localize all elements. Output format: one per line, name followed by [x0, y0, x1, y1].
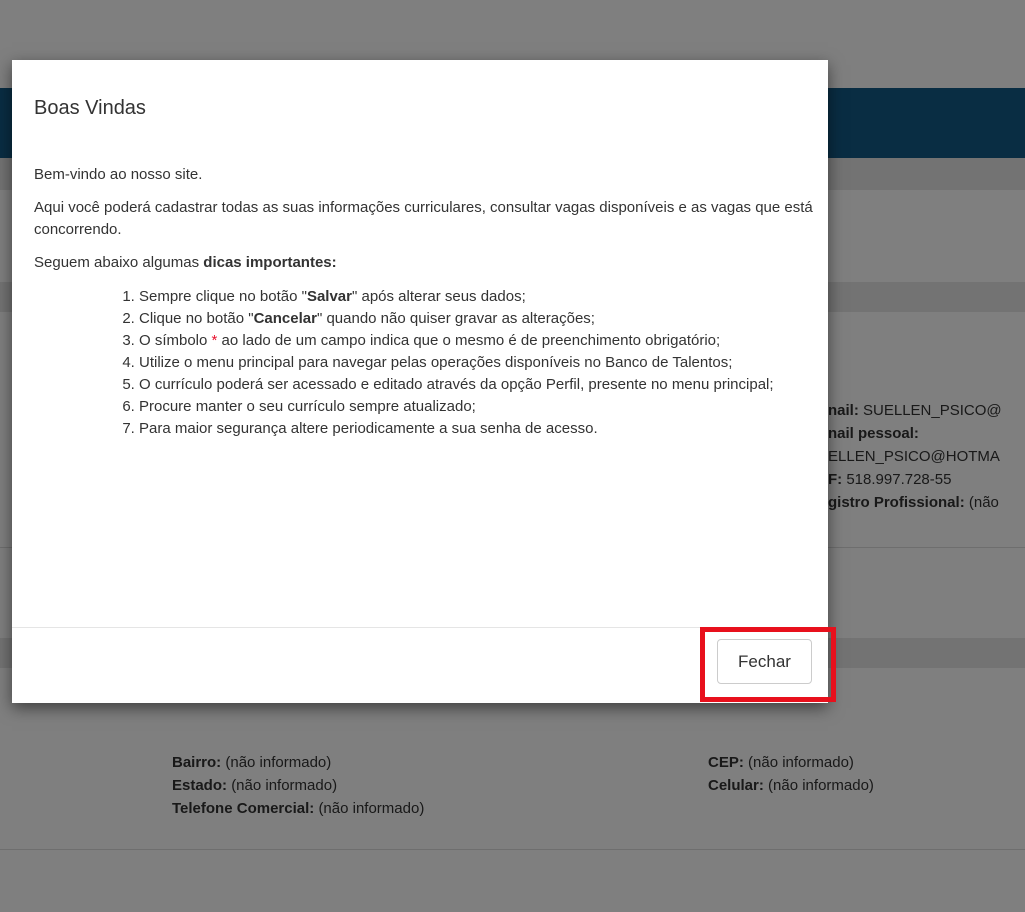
modal-body: Bem-vindo ao nosso site. Aqui você poder…	[34, 164, 824, 440]
modal-footer-divider	[12, 627, 828, 628]
welcome-modal: Boas Vindas Bem-vindo ao nosso site. Aqu…	[12, 60, 828, 703]
tips-list: Sempre clique no botão "Salvar" após alt…	[34, 286, 824, 440]
tips-intro: Seguem abaixo algumas dicas importantes:	[34, 254, 337, 271]
close-button[interactable]: Fechar	[717, 639, 812, 684]
tip-item: O símbolo * ao lado de um campo indica q…	[139, 330, 824, 352]
tip-item: Sempre clique no botão "Salvar" após alt…	[139, 286, 824, 308]
tip-item: O currículo poderá ser acessado e editad…	[139, 374, 824, 396]
intro-text: Aqui você poderá cadastrar todas as suas…	[34, 199, 813, 238]
tip-item: Clique no botão "Cancelar" quando não qu…	[139, 308, 824, 330]
tip-item: Procure manter o seu currículo sempre at…	[139, 396, 824, 418]
welcome-text: Bem-vindo ao nosso site.	[34, 166, 203, 183]
tip-item: Para maior segurança altere periodicamen…	[139, 418, 824, 440]
tip-item: Utilize o menu principal para navegar pe…	[139, 352, 824, 374]
modal-title: Boas Vindas	[34, 97, 146, 119]
